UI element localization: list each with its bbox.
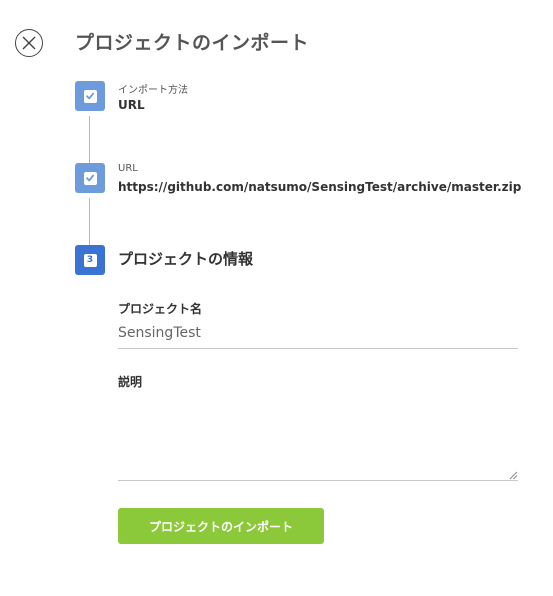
project-name-label: プロジェクト名 — [118, 302, 203, 316]
step-1-complete-badge — [75, 81, 105, 111]
step-3-title: プロジェクトの情報 — [118, 250, 254, 268]
step-1-value: URL — [118, 98, 145, 112]
step-3-number: 3 — [86, 254, 94, 265]
project-name-input[interactable] — [118, 318, 518, 349]
import-project-button[interactable]: プロジェクトのインポート — [118, 508, 324, 544]
close-icon[interactable] — [15, 29, 43, 57]
step-2-value: https://github.com/natsumo/SensingTest/a… — [118, 180, 522, 194]
step-connector — [89, 198, 90, 245]
step-1-label: インポート方法 — [118, 85, 188, 96]
check-icon — [86, 92, 95, 100]
step-connector — [89, 116, 90, 163]
step-3-active-badge: 3 — [75, 245, 105, 275]
description-textarea[interactable] — [118, 396, 518, 481]
page-title: プロジェクトのインポート — [75, 32, 310, 54]
description-label: 説明 — [118, 375, 143, 389]
resize-grip-icon[interactable] — [508, 470, 518, 480]
step-2-label: URL — [118, 163, 138, 174]
check-icon — [86, 174, 95, 182]
step-2-complete-badge — [75, 163, 105, 193]
